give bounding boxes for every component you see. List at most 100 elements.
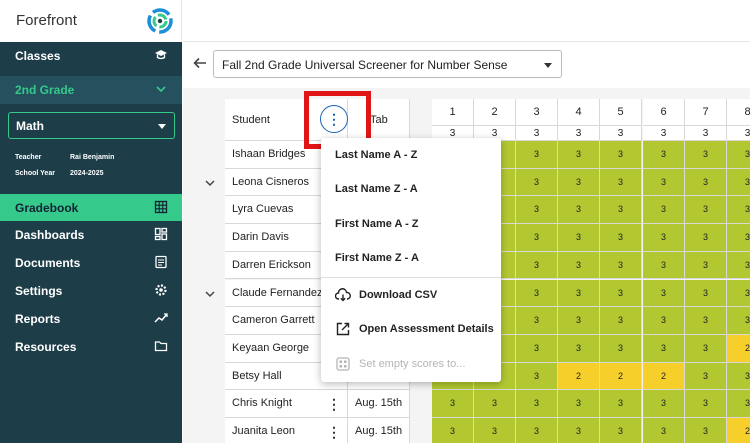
row-kebab-icon[interactable]: ⋮	[327, 396, 341, 412]
score-cell[interactable]: 3	[685, 168, 727, 197]
score-cell[interactable]: 3	[516, 196, 558, 225]
score-cell[interactable]: 3	[558, 251, 600, 280]
score-cell[interactable]: 3	[643, 168, 685, 197]
menu-first-name-z-a[interactable]: First Name Z - A	[321, 241, 501, 275]
score-cell[interactable]: 3	[685, 251, 727, 280]
menu-last-name-z-a[interactable]: Last Name Z - A	[321, 172, 501, 206]
score-cell[interactable]: 3	[600, 251, 642, 280]
score-cell[interactable]: 3	[643, 307, 685, 335]
score-cell[interactable]: 3	[600, 141, 642, 169]
score-cell[interactable]: 3	[727, 307, 750, 335]
question-column-header[interactable]: 4	[558, 99, 600, 126]
score-cell[interactable]: 2	[727, 418, 750, 443]
score-cell[interactable]: 2	[600, 362, 642, 391]
score-cell[interactable]: 3	[600, 224, 642, 252]
score-cell[interactable]: 3	[600, 196, 642, 225]
score-cell[interactable]: 3	[558, 168, 600, 197]
score-cell[interactable]: 3	[685, 334, 727, 363]
score-cell[interactable]: 3	[432, 418, 474, 443]
score-cell[interactable]: 3	[600, 390, 642, 418]
score-cell[interactable]: 3	[516, 390, 558, 418]
score-cell[interactable]: 3	[558, 418, 600, 443]
score-cell[interactable]: 3	[600, 279, 642, 308]
score-cell[interactable]: 3	[643, 279, 685, 308]
question-column-header[interactable]: 5	[600, 99, 642, 126]
score-cell[interactable]: 3	[558, 307, 600, 335]
score-cell[interactable]: 3	[600, 168, 642, 197]
score-cell[interactable]: 3	[558, 141, 600, 169]
menu-download-csv[interactable]: Download CSV	[321, 278, 501, 312]
score-cell[interactable]: 3	[558, 334, 600, 363]
nav-grade[interactable]: 2nd Grade	[0, 76, 182, 104]
score-cell[interactable]: 3	[516, 224, 558, 252]
question-column-header[interactable]: 2	[474, 99, 516, 126]
nav-gradebook[interactable]: Gradebook	[0, 194, 182, 221]
score-cell[interactable]: 2	[727, 334, 750, 363]
row-kebab-icon[interactable]: ⋮	[327, 424, 341, 440]
nav-classes[interactable]: Classes	[0, 42, 182, 69]
nav-resources[interactable]: Resources	[0, 333, 182, 360]
score-cell[interactable]: 3	[516, 141, 558, 169]
chevron-down-icon[interactable]	[204, 288, 216, 300]
assessment-select[interactable]: Fall 2nd Grade Universal Screener for Nu…	[213, 50, 562, 78]
nav-settings[interactable]: Settings	[0, 277, 182, 304]
score-cell[interactable]: 3	[727, 224, 750, 252]
score-cell[interactable]: 3	[516, 307, 558, 335]
score-cell[interactable]: 3	[516, 334, 558, 363]
score-cell[interactable]: 3	[643, 196, 685, 225]
menu-first-name-a-z[interactable]: First Name A - Z	[321, 207, 501, 241]
score-cell[interactable]: 3	[685, 224, 727, 252]
question-column-header[interactable]: 7	[685, 99, 727, 126]
score-cell[interactable]: 3	[727, 196, 750, 225]
score-cell[interactable]: 3	[558, 390, 600, 418]
menu-last-name-a-z[interactable]: Last Name A - Z	[321, 138, 501, 172]
score-cell[interactable]: 3	[643, 334, 685, 363]
score-cell[interactable]: 3	[685, 390, 727, 418]
score-cell[interactable]: 3	[516, 168, 558, 197]
score-cell[interactable]: 3	[685, 362, 727, 391]
score-cell[interactable]: 3	[727, 141, 750, 169]
score-cell[interactable]: 3	[685, 141, 727, 169]
menu-open-assessment-details[interactable]: Open Assessment Details	[321, 312, 501, 346]
score-cell[interactable]: 2	[643, 362, 685, 391]
score-cell[interactable]: 3	[516, 362, 558, 391]
nav-reports[interactable]: Reports	[0, 305, 182, 332]
score-cell[interactable]: 3	[558, 224, 600, 252]
question-column-header[interactable]: 1	[432, 99, 474, 126]
student-name-cell[interactable]: Juanita Leon ⋮	[225, 418, 348, 443]
score-cell[interactable]: 3	[685, 418, 727, 443]
score-cell[interactable]: 3	[516, 251, 558, 280]
score-cell[interactable]: 3	[516, 279, 558, 308]
score-cell[interactable]: 3	[643, 251, 685, 280]
score-cell[interactable]: 3	[727, 390, 750, 418]
score-cell[interactable]: 3	[643, 224, 685, 252]
chevron-down-icon[interactable]	[204, 177, 216, 189]
score-cell[interactable]: 3	[685, 196, 727, 225]
nav-dashboards[interactable]: Dashboards	[0, 221, 182, 248]
score-cell[interactable]: 2	[558, 362, 600, 391]
student-name-cell[interactable]: Chris Knight ⋮	[225, 390, 348, 418]
score-cell[interactable]: 3	[727, 251, 750, 280]
question-column-header[interactable]: 3	[516, 99, 558, 126]
score-cell[interactable]: 3	[685, 279, 727, 308]
score-cell[interactable]: 3	[558, 196, 600, 225]
nav-documents[interactable]: Documents	[0, 249, 182, 276]
score-cell[interactable]: 3	[727, 362, 750, 391]
question-column-header[interactable]: 6	[643, 99, 685, 126]
score-cell[interactable]: 3	[474, 418, 516, 443]
score-cell[interactable]: 3	[643, 141, 685, 169]
score-cell[interactable]: 3	[516, 418, 558, 443]
score-cell[interactable]: 3	[727, 279, 750, 308]
question-column-header[interactable]: 8	[727, 99, 750, 126]
score-cell[interactable]: 3	[643, 418, 685, 443]
score-cell[interactable]: 3	[685, 307, 727, 335]
score-cell[interactable]: 3	[432, 390, 474, 418]
subject-select[interactable]: Math	[8, 112, 175, 139]
back-arrow-icon[interactable]	[192, 55, 208, 71]
score-cell[interactable]: 3	[600, 307, 642, 335]
score-cell[interactable]: 3	[600, 334, 642, 363]
score-cell[interactable]: 3	[600, 418, 642, 443]
score-cell[interactable]: 3	[558, 279, 600, 308]
score-cell[interactable]: 3	[474, 390, 516, 418]
score-cell[interactable]: 3	[643, 390, 685, 418]
